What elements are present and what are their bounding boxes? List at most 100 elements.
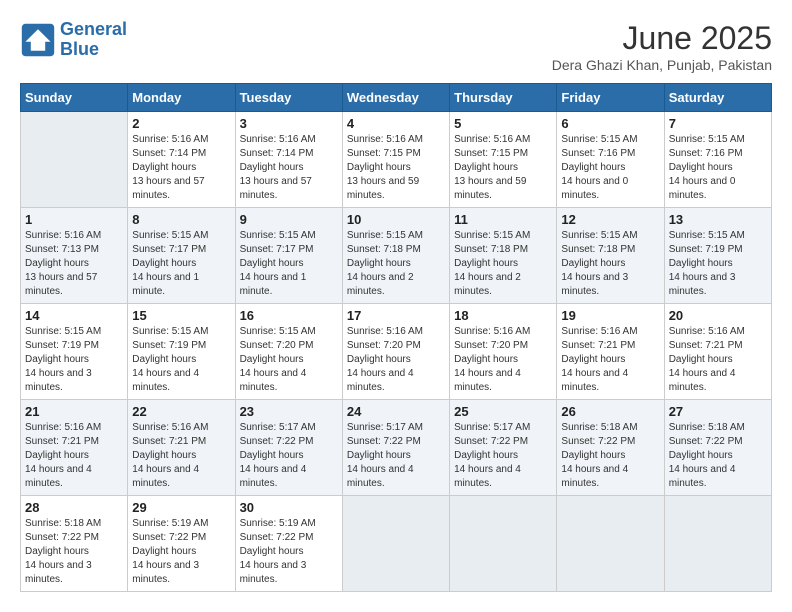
table-cell: 17 Sunrise: 5:16 AMSunset: 7:20 PMDaylig… xyxy=(342,304,449,400)
logo-text: General Blue xyxy=(60,20,127,60)
cell-info: Sunrise: 5:18 AMSunset: 7:22 PMDaylight … xyxy=(561,422,637,489)
table-cell: 5 Sunrise: 5:16 AMSunset: 7:15 PMDayligh… xyxy=(450,112,557,208)
day-number: 27 xyxy=(669,404,767,419)
day-number: 17 xyxy=(347,308,445,323)
title-block: June 2025 Dera Ghazi Khan, Punjab, Pakis… xyxy=(552,20,772,73)
calendar-table: Sunday Monday Tuesday Wednesday Thursday… xyxy=(20,83,772,592)
table-cell: 14 Sunrise: 5:15 AMSunset: 7:19 PMDaylig… xyxy=(21,304,128,400)
table-cell: 8 Sunrise: 5:15 AMSunset: 7:17 PMDayligh… xyxy=(128,208,235,304)
logo: General Blue xyxy=(20,20,127,60)
cell-info: Sunrise: 5:16 AMSunset: 7:13 PMDaylight … xyxy=(25,230,101,297)
day-number: 26 xyxy=(561,404,659,419)
cell-info: Sunrise: 5:18 AMSunset: 7:22 PMDaylight … xyxy=(669,422,745,489)
day-number: 9 xyxy=(240,212,338,227)
cell-info: Sunrise: 5:16 AMSunset: 7:14 PMDaylight … xyxy=(240,134,316,201)
cell-info: Sunrise: 5:15 AMSunset: 7:16 PMDaylight … xyxy=(561,134,637,201)
day-number: 24 xyxy=(347,404,445,419)
day-number: 12 xyxy=(561,212,659,227)
table-cell: 18 Sunrise: 5:16 AMSunset: 7:20 PMDaylig… xyxy=(450,304,557,400)
page-header: General Blue June 2025 Dera Ghazi Khan, … xyxy=(20,20,772,73)
cell-info: Sunrise: 5:16 AMSunset: 7:20 PMDaylight … xyxy=(454,326,530,393)
table-cell: 2 Sunrise: 5:16 AMSunset: 7:14 PMDayligh… xyxy=(128,112,235,208)
table-cell: 12 Sunrise: 5:15 AMSunset: 7:18 PMDaylig… xyxy=(557,208,664,304)
col-saturday: Saturday xyxy=(664,84,771,112)
table-cell: 22 Sunrise: 5:16 AMSunset: 7:21 PMDaylig… xyxy=(128,400,235,496)
table-cell: 23 Sunrise: 5:17 AMSunset: 7:22 PMDaylig… xyxy=(235,400,342,496)
table-cell: 24 Sunrise: 5:17 AMSunset: 7:22 PMDaylig… xyxy=(342,400,449,496)
day-number: 28 xyxy=(25,500,123,515)
day-number: 30 xyxy=(240,500,338,515)
day-number: 18 xyxy=(454,308,552,323)
table-cell xyxy=(664,496,771,592)
col-monday: Monday xyxy=(128,84,235,112)
day-number: 25 xyxy=(454,404,552,419)
day-number: 1 xyxy=(25,212,123,227)
cell-info: Sunrise: 5:17 AMSunset: 7:22 PMDaylight … xyxy=(240,422,316,489)
day-number: 29 xyxy=(132,500,230,515)
day-number: 20 xyxy=(669,308,767,323)
col-thursday: Thursday xyxy=(450,84,557,112)
logo-icon xyxy=(20,22,56,58)
table-cell: 9 Sunrise: 5:15 AMSunset: 7:17 PMDayligh… xyxy=(235,208,342,304)
table-cell: 28 Sunrise: 5:18 AMSunset: 7:22 PMDaylig… xyxy=(21,496,128,592)
table-cell xyxy=(557,496,664,592)
table-cell: 10 Sunrise: 5:15 AMSunset: 7:18 PMDaylig… xyxy=(342,208,449,304)
day-number: 16 xyxy=(240,308,338,323)
table-cell: 13 Sunrise: 5:15 AMSunset: 7:19 PMDaylig… xyxy=(664,208,771,304)
table-cell: 6 Sunrise: 5:15 AMSunset: 7:16 PMDayligh… xyxy=(557,112,664,208)
day-number: 13 xyxy=(669,212,767,227)
cell-info: Sunrise: 5:15 AMSunset: 7:18 PMDaylight … xyxy=(561,230,637,297)
cell-info: Sunrise: 5:15 AMSunset: 7:19 PMDaylight … xyxy=(669,230,745,297)
day-number: 15 xyxy=(132,308,230,323)
cell-info: Sunrise: 5:18 AMSunset: 7:22 PMDaylight … xyxy=(25,518,101,585)
day-number: 11 xyxy=(454,212,552,227)
cell-info: Sunrise: 5:15 AMSunset: 7:18 PMDaylight … xyxy=(454,230,530,297)
cell-info: Sunrise: 5:16 AMSunset: 7:15 PMDaylight … xyxy=(454,134,530,201)
table-cell xyxy=(21,112,128,208)
cell-info: Sunrise: 5:15 AMSunset: 7:17 PMDaylight … xyxy=(132,230,208,297)
month-title: June 2025 xyxy=(552,20,772,57)
cell-info: Sunrise: 5:17 AMSunset: 7:22 PMDaylight … xyxy=(454,422,530,489)
table-cell: 11 Sunrise: 5:15 AMSunset: 7:18 PMDaylig… xyxy=(450,208,557,304)
cell-info: Sunrise: 5:17 AMSunset: 7:22 PMDaylight … xyxy=(347,422,423,489)
cell-info: Sunrise: 5:16 AMSunset: 7:21 PMDaylight … xyxy=(561,326,637,393)
location-subtitle: Dera Ghazi Khan, Punjab, Pakistan xyxy=(552,57,772,73)
day-number: 7 xyxy=(669,116,767,131)
cell-info: Sunrise: 5:19 AMSunset: 7:22 PMDaylight … xyxy=(240,518,316,585)
day-number: 10 xyxy=(347,212,445,227)
col-wednesday: Wednesday xyxy=(342,84,449,112)
day-number: 4 xyxy=(347,116,445,131)
table-cell: 16 Sunrise: 5:15 AMSunset: 7:20 PMDaylig… xyxy=(235,304,342,400)
cell-info: Sunrise: 5:16 AMSunset: 7:21 PMDaylight … xyxy=(669,326,745,393)
col-sunday: Sunday xyxy=(21,84,128,112)
day-number: 21 xyxy=(25,404,123,419)
day-number: 23 xyxy=(240,404,338,419)
table-cell: 19 Sunrise: 5:16 AMSunset: 7:21 PMDaylig… xyxy=(557,304,664,400)
table-cell: 3 Sunrise: 5:16 AMSunset: 7:14 PMDayligh… xyxy=(235,112,342,208)
cell-info: Sunrise: 5:15 AMSunset: 7:20 PMDaylight … xyxy=(240,326,316,393)
cell-info: Sunrise: 5:16 AMSunset: 7:14 PMDaylight … xyxy=(132,134,208,201)
table-cell: 1 Sunrise: 5:16 AMSunset: 7:13 PMDayligh… xyxy=(21,208,128,304)
table-cell: 7 Sunrise: 5:15 AMSunset: 7:16 PMDayligh… xyxy=(664,112,771,208)
cell-info: Sunrise: 5:16 AMSunset: 7:21 PMDaylight … xyxy=(25,422,101,489)
day-number: 6 xyxy=(561,116,659,131)
cell-info: Sunrise: 5:15 AMSunset: 7:19 PMDaylight … xyxy=(25,326,101,393)
table-cell: 21 Sunrise: 5:16 AMSunset: 7:21 PMDaylig… xyxy=(21,400,128,496)
header-row: Sunday Monday Tuesday Wednesday Thursday… xyxy=(21,84,772,112)
table-cell: 15 Sunrise: 5:15 AMSunset: 7:19 PMDaylig… xyxy=(128,304,235,400)
day-number: 19 xyxy=(561,308,659,323)
cell-info: Sunrise: 5:15 AMSunset: 7:17 PMDaylight … xyxy=(240,230,316,297)
cell-info: Sunrise: 5:19 AMSunset: 7:22 PMDaylight … xyxy=(132,518,208,585)
table-cell: 27 Sunrise: 5:18 AMSunset: 7:22 PMDaylig… xyxy=(664,400,771,496)
cell-info: Sunrise: 5:15 AMSunset: 7:19 PMDaylight … xyxy=(132,326,208,393)
cell-info: Sunrise: 5:16 AMSunset: 7:20 PMDaylight … xyxy=(347,326,423,393)
table-cell: 20 Sunrise: 5:16 AMSunset: 7:21 PMDaylig… xyxy=(664,304,771,400)
cell-info: Sunrise: 5:16 AMSunset: 7:15 PMDaylight … xyxy=(347,134,423,201)
day-number: 14 xyxy=(25,308,123,323)
cell-info: Sunrise: 5:15 AMSunset: 7:18 PMDaylight … xyxy=(347,230,423,297)
table-cell: 29 Sunrise: 5:19 AMSunset: 7:22 PMDaylig… xyxy=(128,496,235,592)
table-cell: 4 Sunrise: 5:16 AMSunset: 7:15 PMDayligh… xyxy=(342,112,449,208)
table-cell: 30 Sunrise: 5:19 AMSunset: 7:22 PMDaylig… xyxy=(235,496,342,592)
table-cell xyxy=(450,496,557,592)
cell-info: Sunrise: 5:15 AMSunset: 7:16 PMDaylight … xyxy=(669,134,745,201)
